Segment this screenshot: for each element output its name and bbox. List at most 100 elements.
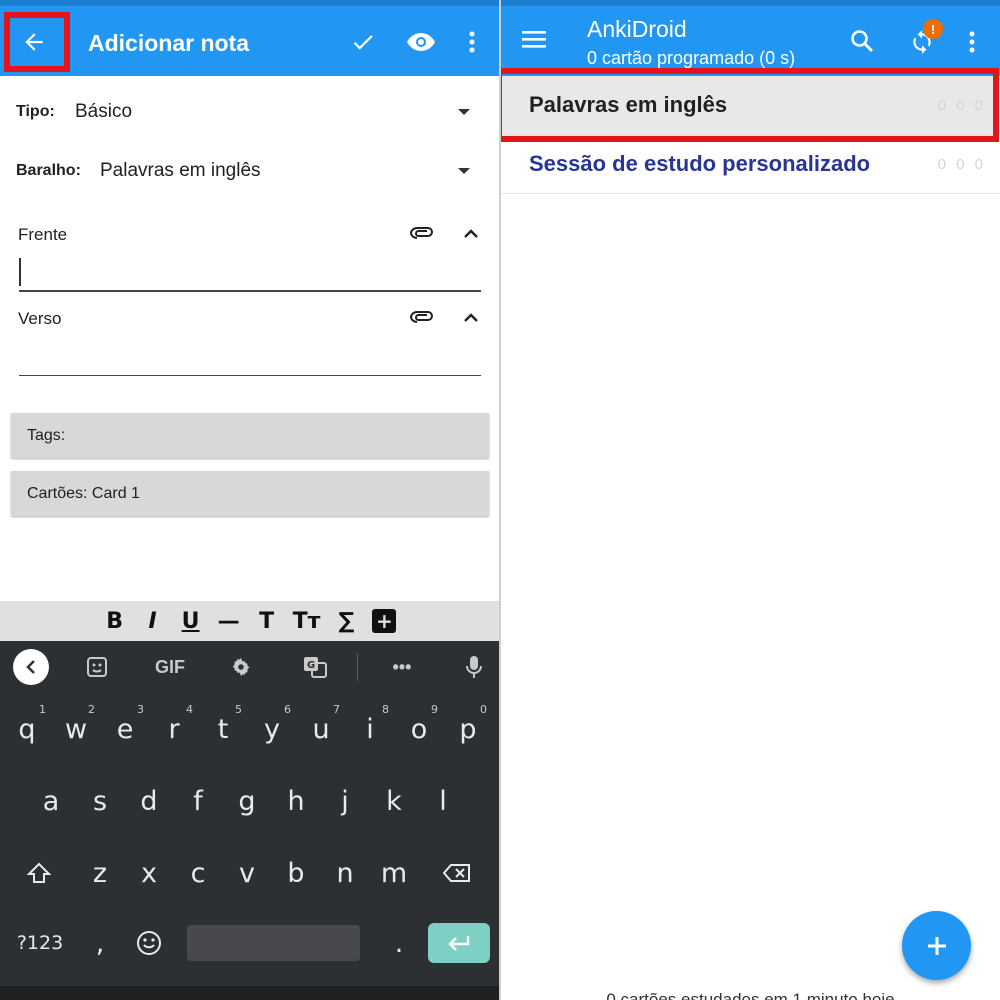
key-s[interactable]: s: [77, 773, 123, 829]
symbols-key[interactable]: ?123: [8, 915, 72, 971]
svg-text:G: G: [307, 660, 315, 671]
key-j[interactable]: j: [322, 773, 368, 829]
sticker-icon[interactable]: [82, 641, 112, 693]
key-d[interactable]: d: [126, 773, 172, 829]
key-m[interactable]: m: [371, 845, 417, 901]
paperclip-icon[interactable]: [408, 306, 436, 328]
key-c[interactable]: c: [175, 845, 221, 901]
deck-label: Baralho:: [16, 162, 81, 179]
deck-list-screen: AnkiDroid 0 cartão programado (0 s) ! Pa…: [501, 0, 1000, 1000]
note-type-label: Tipo:: [16, 103, 55, 120]
back-button-highlight: [4, 12, 70, 72]
status-bar: [0, 0, 499, 6]
more-options-button[interactable]: •••: [382, 641, 422, 693]
chevron-up-icon[interactable]: [460, 306, 482, 328]
add-fab-button[interactable]: [902, 911, 971, 980]
deck-dropdown-icon[interactable]: [458, 168, 470, 174]
emoji-key[interactable]: [126, 915, 172, 971]
key-i[interactable]: i8: [347, 701, 393, 757]
hamburger-menu-icon[interactable]: [519, 24, 549, 54]
add-format-button[interactable]: +: [372, 609, 397, 633]
deck-row-custom-study[interactable]: Sessão de estudo personalizado 0 0 0: [501, 134, 1000, 194]
note-type-value[interactable]: Básico: [75, 101, 132, 123]
deck-counts: 0 0 0: [937, 156, 986, 173]
key-v[interactable]: v: [224, 845, 270, 901]
microphone-icon[interactable]: [462, 641, 486, 693]
add-note-screen: Adicionar nota Tipo: Básico Baralho: Pal…: [0, 0, 499, 1000]
gear-icon[interactable]: [226, 641, 256, 693]
chevron-left-icon[interactable]: [13, 649, 49, 685]
mathjax-button[interactable]: ∑: [334, 609, 358, 634]
front-field-label: Frente: [18, 225, 68, 244]
text-cursor: [19, 258, 21, 286]
more-vert-icon[interactable]: [962, 26, 982, 58]
key-r[interactable]: r4: [151, 701, 197, 757]
back-field-input[interactable]: [19, 375, 481, 376]
formatting-toolbar: B I U — T Tт ∑ +: [0, 601, 499, 641]
font-size-button[interactable]: T: [255, 609, 279, 634]
period-key[interactable]: .: [376, 915, 422, 971]
main-toolbar: AnkiDroid 0 cartão programado (0 s) !: [501, 0, 1000, 76]
backspace-icon: [443, 864, 470, 882]
title-case-button[interactable]: Tт: [293, 609, 321, 634]
soft-keyboard: GIF G ••• q1 w2 e3 r4 t5 y6 u7 i8 o9 p0 …: [0, 641, 499, 1000]
keyboard-toolbar: GIF G •••: [0, 641, 499, 693]
search-icon[interactable]: [847, 26, 877, 56]
tags-label: Tags:: [27, 426, 66, 444]
navigation-bar: [0, 986, 499, 1000]
horizontal-rule-button[interactable]: —: [217, 609, 241, 634]
status-bar: [501, 0, 1000, 6]
emoji-icon: [137, 931, 161, 955]
key-n[interactable]: n: [322, 845, 368, 901]
keyboard-toolbar-separator: [357, 653, 358, 681]
add-note-toolbar: Adicionar nota: [0, 0, 499, 76]
gif-button[interactable]: GIF: [148, 641, 192, 693]
key-h[interactable]: h: [273, 773, 319, 829]
page-title: Adicionar nota: [88, 30, 250, 56]
eye-preview-icon[interactable]: [404, 26, 438, 58]
chevron-up-icon[interactable]: [460, 222, 482, 244]
key-p[interactable]: p0: [445, 701, 491, 757]
key-t[interactable]: t5: [200, 701, 246, 757]
studied-today-text: 0 cartões estudados em 1 minuto hoje: [606, 990, 895, 1000]
sync-alert-badge: !: [923, 19, 943, 39]
app-title: AnkiDroid: [587, 16, 687, 42]
paperclip-icon[interactable]: [408, 222, 436, 244]
key-y[interactable]: y6: [249, 701, 295, 757]
italic-button[interactable]: I: [141, 609, 165, 634]
cards-button[interactable]: Cartões: Card 1: [11, 471, 489, 516]
tags-button[interactable]: Tags:: [11, 413, 489, 458]
underline-button[interactable]: U: [179, 609, 203, 634]
key-q[interactable]: q1: [4, 701, 50, 757]
deck-name: Sessão de estudo personalizado: [529, 151, 871, 176]
key-l[interactable]: l: [420, 773, 466, 829]
deck-value[interactable]: Palavras em inglês: [100, 160, 261, 182]
key-g[interactable]: g: [224, 773, 270, 829]
deck-row-highlight: [501, 68, 999, 142]
check-icon[interactable]: [347, 26, 379, 58]
scheduled-cards-subtitle: 0 cartão programado (0 s): [587, 48, 796, 68]
key-k[interactable]: k: [371, 773, 417, 829]
enter-arrow-icon: [448, 936, 470, 951]
key-e[interactable]: e3: [102, 701, 148, 757]
key-z[interactable]: z: [77, 845, 123, 901]
shift-key[interactable]: [16, 845, 62, 901]
space-key[interactable]: [187, 925, 360, 961]
enter-key[interactable]: [428, 923, 490, 963]
note-type-dropdown-icon[interactable]: [458, 109, 470, 115]
key-x[interactable]: x: [126, 845, 172, 901]
key-b[interactable]: b: [273, 845, 319, 901]
key-o[interactable]: o9: [396, 701, 442, 757]
backspace-key[interactable]: [434, 845, 480, 901]
shift-icon: [27, 862, 51, 883]
plus-icon: [927, 936, 946, 955]
key-a[interactable]: a: [28, 773, 74, 829]
translate-icon[interactable]: G: [300, 641, 330, 693]
comma-key[interactable]: ,: [77, 915, 123, 971]
bold-button[interactable]: B: [103, 609, 127, 634]
more-vert-icon[interactable]: [462, 26, 482, 58]
key-f[interactable]: f: [175, 773, 221, 829]
front-field-input[interactable]: [19, 290, 481, 292]
key-w[interactable]: w2: [53, 701, 99, 757]
key-u[interactable]: u7: [298, 701, 344, 757]
